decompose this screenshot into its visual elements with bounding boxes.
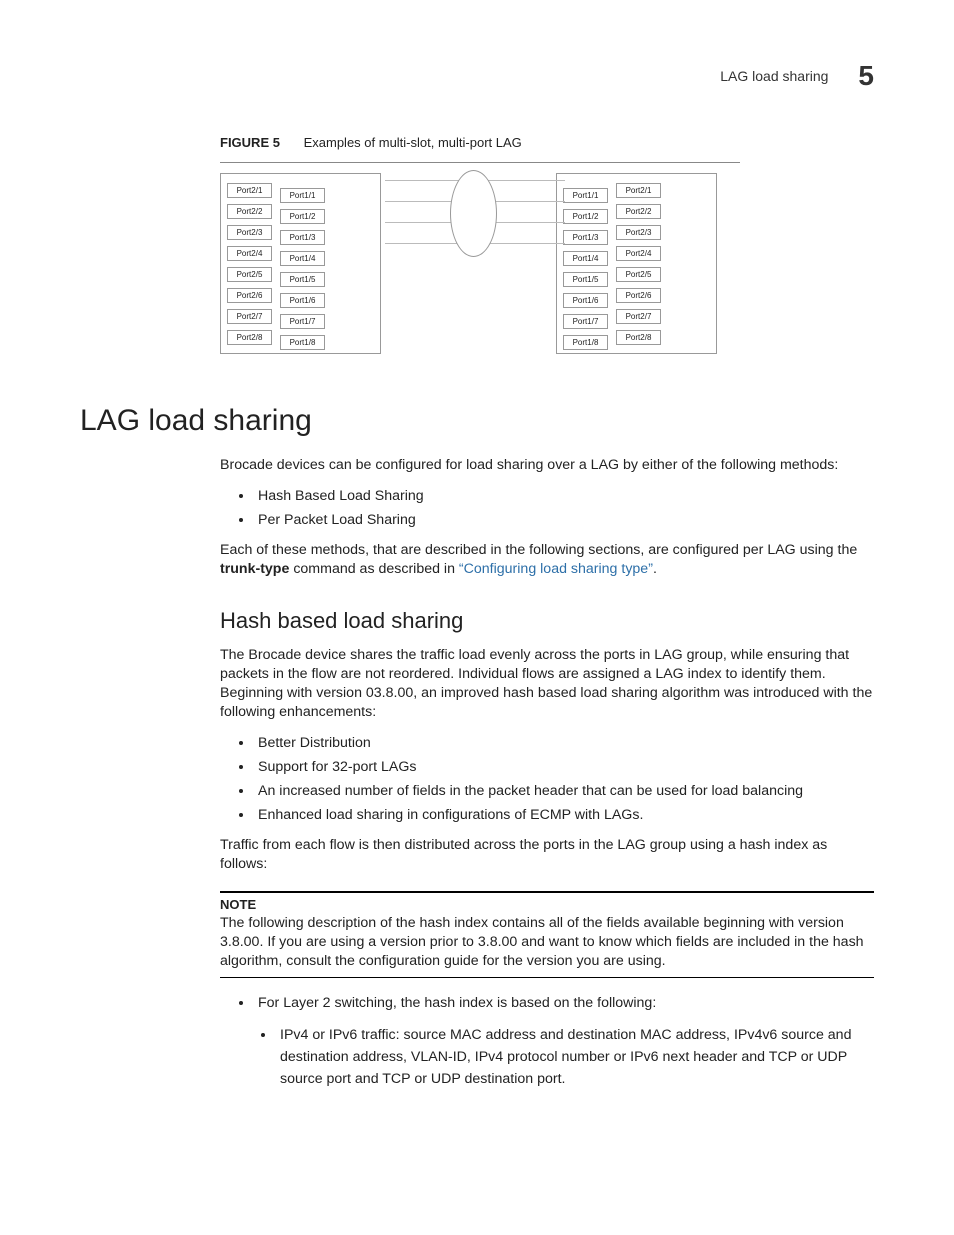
- figure-label: FIGURE 5: [220, 135, 280, 150]
- port-row: Port2/8Port1/8: [227, 330, 374, 345]
- port-box: Port1/3: [563, 230, 608, 245]
- port-box: Port2/6: [227, 288, 272, 303]
- figure-caption-text: Examples of multi-slot, multi-port LAG: [304, 135, 522, 150]
- hash-traffic-paragraph: Traffic from each flow is then distribut…: [220, 836, 874, 874]
- port-row: Port2/5Port1/5: [227, 267, 374, 282]
- port-row: Port2/3Port1/3: [227, 225, 374, 240]
- port-row: Port2/4Port1/4: [227, 246, 374, 261]
- port-row: Port1/6Port2/6: [563, 288, 710, 303]
- port-box: Port2/7: [227, 309, 272, 324]
- layer2-detail-list: IPv4 or IPv6 traffic: source MAC address…: [220, 1024, 874, 1090]
- port-box: Port1/5: [280, 272, 325, 287]
- port-box: Port1/4: [280, 251, 325, 266]
- enhancement-bullet: Enhanced load sharing in configurations …: [254, 804, 874, 826]
- port-box: Port1/7: [280, 314, 325, 329]
- port-box: Port2/1: [616, 183, 661, 198]
- port-box: Port2/7: [616, 309, 661, 324]
- method-bullet: Hash Based Load Sharing: [254, 485, 874, 507]
- port-box: Port1/5: [563, 272, 608, 287]
- port-box: Port2/3: [227, 225, 272, 240]
- port-box: Port1/6: [563, 293, 608, 308]
- port-box: Port2/5: [227, 267, 272, 282]
- port-row: Port2/2Port1/2: [227, 204, 374, 219]
- port-box: Port1/8: [563, 335, 608, 350]
- right-switch: Port1/1Port2/1Port1/2Port2/2Port1/3Port2…: [556, 173, 717, 354]
- port-box: Port1/7: [563, 314, 608, 329]
- port-box: Port1/8: [280, 335, 325, 350]
- port-box: Port2/1: [227, 183, 272, 198]
- port-box: Port1/4: [563, 251, 608, 266]
- port-row: Port2/6Port1/6: [227, 288, 374, 303]
- enhancement-bullet: Support for 32-port LAGs: [254, 756, 874, 778]
- lag-bundle-icon: [450, 170, 497, 257]
- port-row: Port1/3Port2/3: [563, 225, 710, 240]
- section-title: LAG load sharing: [80, 404, 874, 438]
- running-header: LAG load sharing 5: [720, 60, 874, 92]
- figure-caption: FIGURE 5 Examples of multi-slot, multi-p…: [220, 135, 874, 150]
- port-box: Port2/8: [616, 330, 661, 345]
- chapter-number: 5: [858, 60, 874, 92]
- port-box: Port1/1: [563, 188, 608, 203]
- port-row: Port1/1Port2/1: [563, 183, 710, 198]
- port-box: Port1/2: [280, 209, 325, 224]
- port-box: Port2/3: [616, 225, 661, 240]
- note-label: NOTE: [220, 897, 874, 912]
- port-row: Port1/7Port2/7: [563, 309, 710, 324]
- port-row: Port1/4Port2/4: [563, 246, 710, 261]
- section-intro: Brocade devices can be configured for lo…: [220, 456, 874, 475]
- layer2-bullet-list: For Layer 2 switching, the hash index is…: [220, 992, 874, 1014]
- method-bullet-list: Hash Based Load SharingPer Packet Load S…: [220, 485, 874, 531]
- trunk-type-paragraph: Each of these methods, that are describe…: [220, 541, 874, 579]
- port-box: Port2/6: [616, 288, 661, 303]
- left-switch: Port2/1Port1/1Port2/2Port1/2Port2/3Port1…: [220, 173, 381, 354]
- hash-intro-paragraph: The Brocade device shares the traffic lo…: [220, 646, 874, 723]
- layer2-intro-bullet: For Layer 2 switching, the hash index is…: [254, 992, 874, 1014]
- port-box: Port2/4: [616, 246, 661, 261]
- port-row: Port2/7Port1/7: [227, 309, 374, 324]
- port-box: Port2/8: [227, 330, 272, 345]
- port-box: Port1/2: [563, 209, 608, 224]
- trunk-type-command: trunk-type: [220, 561, 289, 577]
- port-box: Port1/3: [280, 230, 325, 245]
- port-row: Port1/2Port2/2: [563, 204, 710, 219]
- enhancement-bullet-list: Better DistributionSupport for 32-port L…: [220, 732, 874, 826]
- port-row: Port2/1Port1/1: [227, 183, 374, 198]
- subsection-title: Hash based load sharing: [220, 608, 874, 634]
- port-box: Port2/2: [616, 204, 661, 219]
- port-box: Port2/5: [616, 267, 661, 282]
- configuring-load-sharing-type-link[interactable]: “Configuring load sharing type”: [459, 561, 653, 577]
- port-box: Port2/2: [227, 204, 272, 219]
- port-row: Port1/8Port2/8: [563, 330, 710, 345]
- figure-diagram: Port2/1Port1/1Port2/2Port1/2Port2/3Port1…: [220, 162, 874, 354]
- port-box: Port2/4: [227, 246, 272, 261]
- port-box: Port1/1: [280, 188, 325, 203]
- method-bullet: Per Packet Load Sharing: [254, 509, 874, 531]
- layer2-detail-bullet: IPv4 or IPv6 traffic: source MAC address…: [276, 1024, 874, 1090]
- enhancement-bullet: Better Distribution: [254, 732, 874, 754]
- port-box: Port1/6: [280, 293, 325, 308]
- running-title: LAG load sharing: [720, 68, 828, 84]
- note-body: The following description of the hash in…: [220, 914, 874, 972]
- port-row: Port1/5Port2/5: [563, 267, 710, 282]
- enhancement-bullet: An increased number of fields in the pac…: [254, 780, 874, 802]
